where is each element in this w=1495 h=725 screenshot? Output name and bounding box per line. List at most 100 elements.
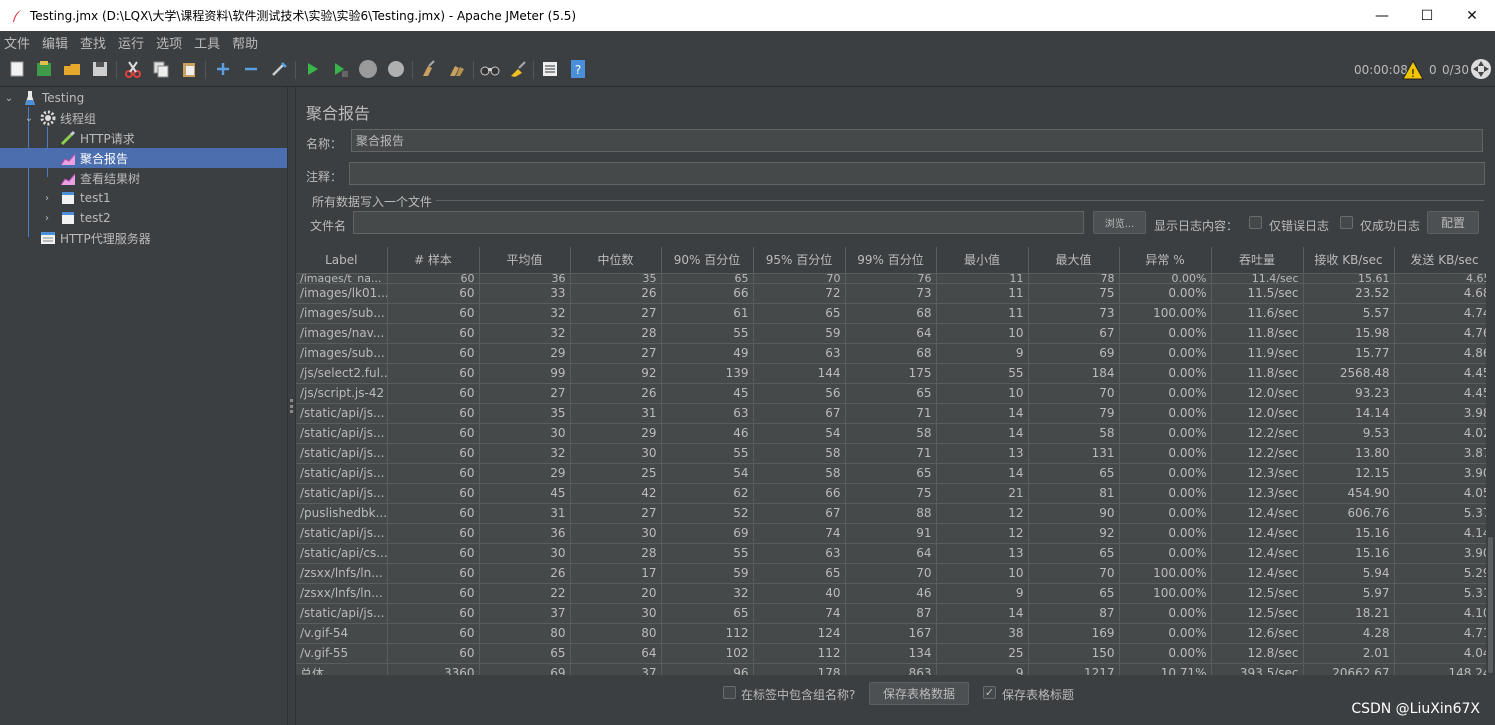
- name-input[interactable]: [351, 129, 1483, 152]
- browse-button[interactable]: 浏览...: [1093, 211, 1146, 234]
- table-row[interactable]: /static/api/js... 60 37 30 65 74 87 14 87 0.00% 12…: [296, 603, 1495, 624]
- table-row[interactable]: /static/api/js... 60 30 29 46 54 58 14 58 0.00% 12…: [296, 423, 1495, 444]
- table-row[interactable]: /static/api/js... 60 36 30 69 74 91 12 92 0.00% 12…: [296, 523, 1495, 544]
- help-icon[interactable]: ?: [567, 58, 589, 80]
- expand-icon[interactable]: [212, 58, 234, 80]
- cut-icon[interactable]: [122, 58, 144, 80]
- start-icon[interactable]: [301, 58, 323, 80]
- table-row[interactable]: /zsxx/lnfs/ln... 60 22 20 32 40 46 9 65 100.00% 12…: [296, 583, 1495, 604]
- start-no-pauses-icon[interactable]: [329, 58, 351, 80]
- menu-tools[interactable]: 工具: [190, 33, 228, 52]
- clear-icon[interactable]: [418, 58, 440, 80]
- table-row[interactable]: /static/api/js... 60 29 25 54 58 65 14 65 0.00% 12…: [296, 463, 1495, 484]
- scrollbar-thumb[interactable]: [1488, 537, 1493, 673]
- table-row[interactable]: /static/api/js... 60 45 42 62 66 75 21 81 0.00% 12…: [296, 483, 1495, 504]
- tree-expand-test1-icon[interactable]: ›: [42, 193, 52, 204]
- column-header[interactable]: 中位数: [570, 247, 662, 274]
- table-row[interactable]: /js/select2.ful... 60 99 92 139 144 175 55 184 0.…: [296, 363, 1495, 384]
- table-scrollbar[interactable]: [1486, 273, 1495, 675]
- column-header[interactable]: # 样本: [387, 247, 480, 274]
- reset-search-icon[interactable]: [507, 58, 529, 80]
- tree-item-http-request[interactable]: HTTP请求: [60, 128, 135, 148]
- tree-item-thread-group[interactable]: 线程组: [40, 108, 96, 128]
- tree-collapse-threadgroup-icon[interactable]: ⌄: [24, 113, 34, 124]
- menu-help[interactable]: 帮助: [228, 33, 266, 52]
- column-header[interactable]: 95% 百分位: [753, 247, 846, 274]
- toggle-icon[interactable]: [268, 58, 290, 80]
- table-row[interactable]: /v.gif-55 60 65 64 102 112 134 25 150 0.00% 12.8/s…: [296, 643, 1495, 664]
- table-row[interactable]: /static/api/js... 60 35 31 63 67 71 14 79 0.00% 12…: [296, 403, 1495, 424]
- column-header[interactable]: 平均值: [479, 247, 571, 274]
- shutdown-icon[interactable]: [385, 58, 407, 80]
- collapse-icon[interactable]: [240, 58, 262, 80]
- tree-expand-test2-icon[interactable]: ›: [42, 213, 52, 224]
- tree-item-testing[interactable]: Testing: [22, 88, 84, 108]
- tree-label-test1: test1: [80, 191, 111, 205]
- menu-edit[interactable]: 编辑: [38, 33, 76, 52]
- tree-collapse-root-icon[interactable]: ⌄: [4, 93, 14, 104]
- tree-item-aggregate-report[interactable]: 聚合报告: [0, 148, 287, 168]
- column-header[interactable]: Label: [296, 247, 388, 274]
- comment-input[interactable]: [349, 162, 1485, 185]
- table-cell: 29: [570, 423, 662, 444]
- table-row[interactable]: /zsxx/lnfs/ln... 60 26 17 59 65 70 10 70 100.00% 1…: [296, 563, 1495, 584]
- table-row[interactable]: /js/script.js-42 60 27 26 45 56 65 10 70 0.00% 12.…: [296, 383, 1495, 404]
- table-cell: 68: [845, 343, 937, 364]
- stop-icon[interactable]: [357, 58, 379, 80]
- close-button[interactable]: ✕: [1449, 0, 1495, 31]
- save-icon[interactable]: [89, 58, 111, 80]
- table-cell: 100.00%: [1119, 563, 1212, 584]
- menu-search[interactable]: 查找: [76, 33, 114, 52]
- clear-all-icon[interactable]: [446, 58, 468, 80]
- templates-icon[interactable]: [33, 58, 55, 80]
- column-header[interactable]: 发送 KB/sec: [1394, 247, 1495, 274]
- table-row[interactable]: /static/api/cs... 60 30 28 55 63 64 13 65 0.00% 12…: [296, 543, 1495, 564]
- table-cell: 4.14: [1394, 523, 1495, 544]
- table-cell: 12.4/sec: [1211, 563, 1304, 584]
- save-table-header-checkbox[interactable]: ✓: [983, 686, 996, 699]
- success-only-checkbox[interactable]: [1340, 216, 1353, 229]
- table-row[interactable]: /v.gif-54 60 80 80 112 124 167 38 169 0.00% 12.6/s…: [296, 623, 1495, 644]
- table-cell: 74: [753, 603, 846, 624]
- table-row[interactable]: 总体 3360 69 37 96 178 863 9 1217 10.71% 393.5/sec 20…: [296, 663, 1495, 675]
- configure-button[interactable]: 配置: [1427, 211, 1479, 234]
- table-row[interactable]: /images/nav... 60 32 28 55 59 64 10 67 0.00% 11.8/…: [296, 323, 1495, 344]
- table-row[interactable]: /images/sub... 60 32 27 61 65 68 11 73 100.00% 11.…: [296, 303, 1495, 324]
- tree-item-test1[interactable]: test1: [60, 188, 111, 208]
- column-header[interactable]: 吞吐量: [1211, 247, 1304, 274]
- tree-item-test2[interactable]: test2: [60, 208, 111, 228]
- table-row[interactable]: /images/t_na... 60 36 35 65 70 76 11 78 0.00% 11.4…: [296, 273, 1495, 284]
- function-helper-icon[interactable]: [539, 58, 561, 80]
- menu-file[interactable]: 文件: [0, 33, 38, 52]
- new-icon[interactable]: [6, 58, 28, 80]
- column-header[interactable]: 99% 百分位: [845, 247, 937, 274]
- column-header[interactable]: 异常 %: [1119, 247, 1212, 274]
- warning-icon[interactable]: !: [1402, 59, 1424, 81]
- column-header[interactable]: 最大值: [1028, 247, 1120, 274]
- open-icon[interactable]: [61, 58, 83, 80]
- save-table-data-button[interactable]: 保存表格数据: [869, 682, 969, 705]
- table-cell: 35: [479, 403, 571, 424]
- minimize-button[interactable]: —: [1359, 0, 1405, 31]
- maximize-button[interactable]: ☐: [1404, 0, 1450, 31]
- remote-status-icon[interactable]: [1470, 58, 1492, 80]
- table-row[interactable]: /images/lk01... 60 33 26 66 72 73 11 75 0.00% 11.5…: [296, 283, 1495, 304]
- menu-run[interactable]: 运行: [114, 33, 152, 52]
- column-header[interactable]: 最小值: [936, 247, 1029, 274]
- chart-icon: [60, 170, 76, 186]
- table-row[interactable]: /static/api/js... 60 32 30 55 58 71 13 131 0.00% 1…: [296, 443, 1495, 464]
- errors-only-checkbox[interactable]: [1249, 216, 1262, 229]
- menu-options[interactable]: 选项: [152, 33, 190, 52]
- split-divider[interactable]: [287, 87, 296, 725]
- copy-icon[interactable]: [150, 58, 172, 80]
- tree-item-proxy[interactable]: HTTP代理服务器: [40, 228, 151, 248]
- tree-item-view-results-tree[interactable]: 查看结果树: [60, 168, 140, 188]
- column-header[interactable]: 90% 百分位: [661, 247, 754, 274]
- paste-icon[interactable]: [178, 58, 200, 80]
- column-header[interactable]: 接收 KB/sec: [1303, 247, 1395, 274]
- search-icon[interactable]: [479, 58, 501, 80]
- table-row[interactable]: /puslishedbk... 60 31 27 52 67 88 12 90 0.00% 12.4…: [296, 503, 1495, 524]
- filename-input[interactable]: [353, 211, 1084, 234]
- include-group-name-checkbox[interactable]: [723, 686, 736, 699]
- table-row[interactable]: /images/sub... 60 29 27 49 63 68 9 69 0.00% 11.9/s…: [296, 343, 1495, 364]
